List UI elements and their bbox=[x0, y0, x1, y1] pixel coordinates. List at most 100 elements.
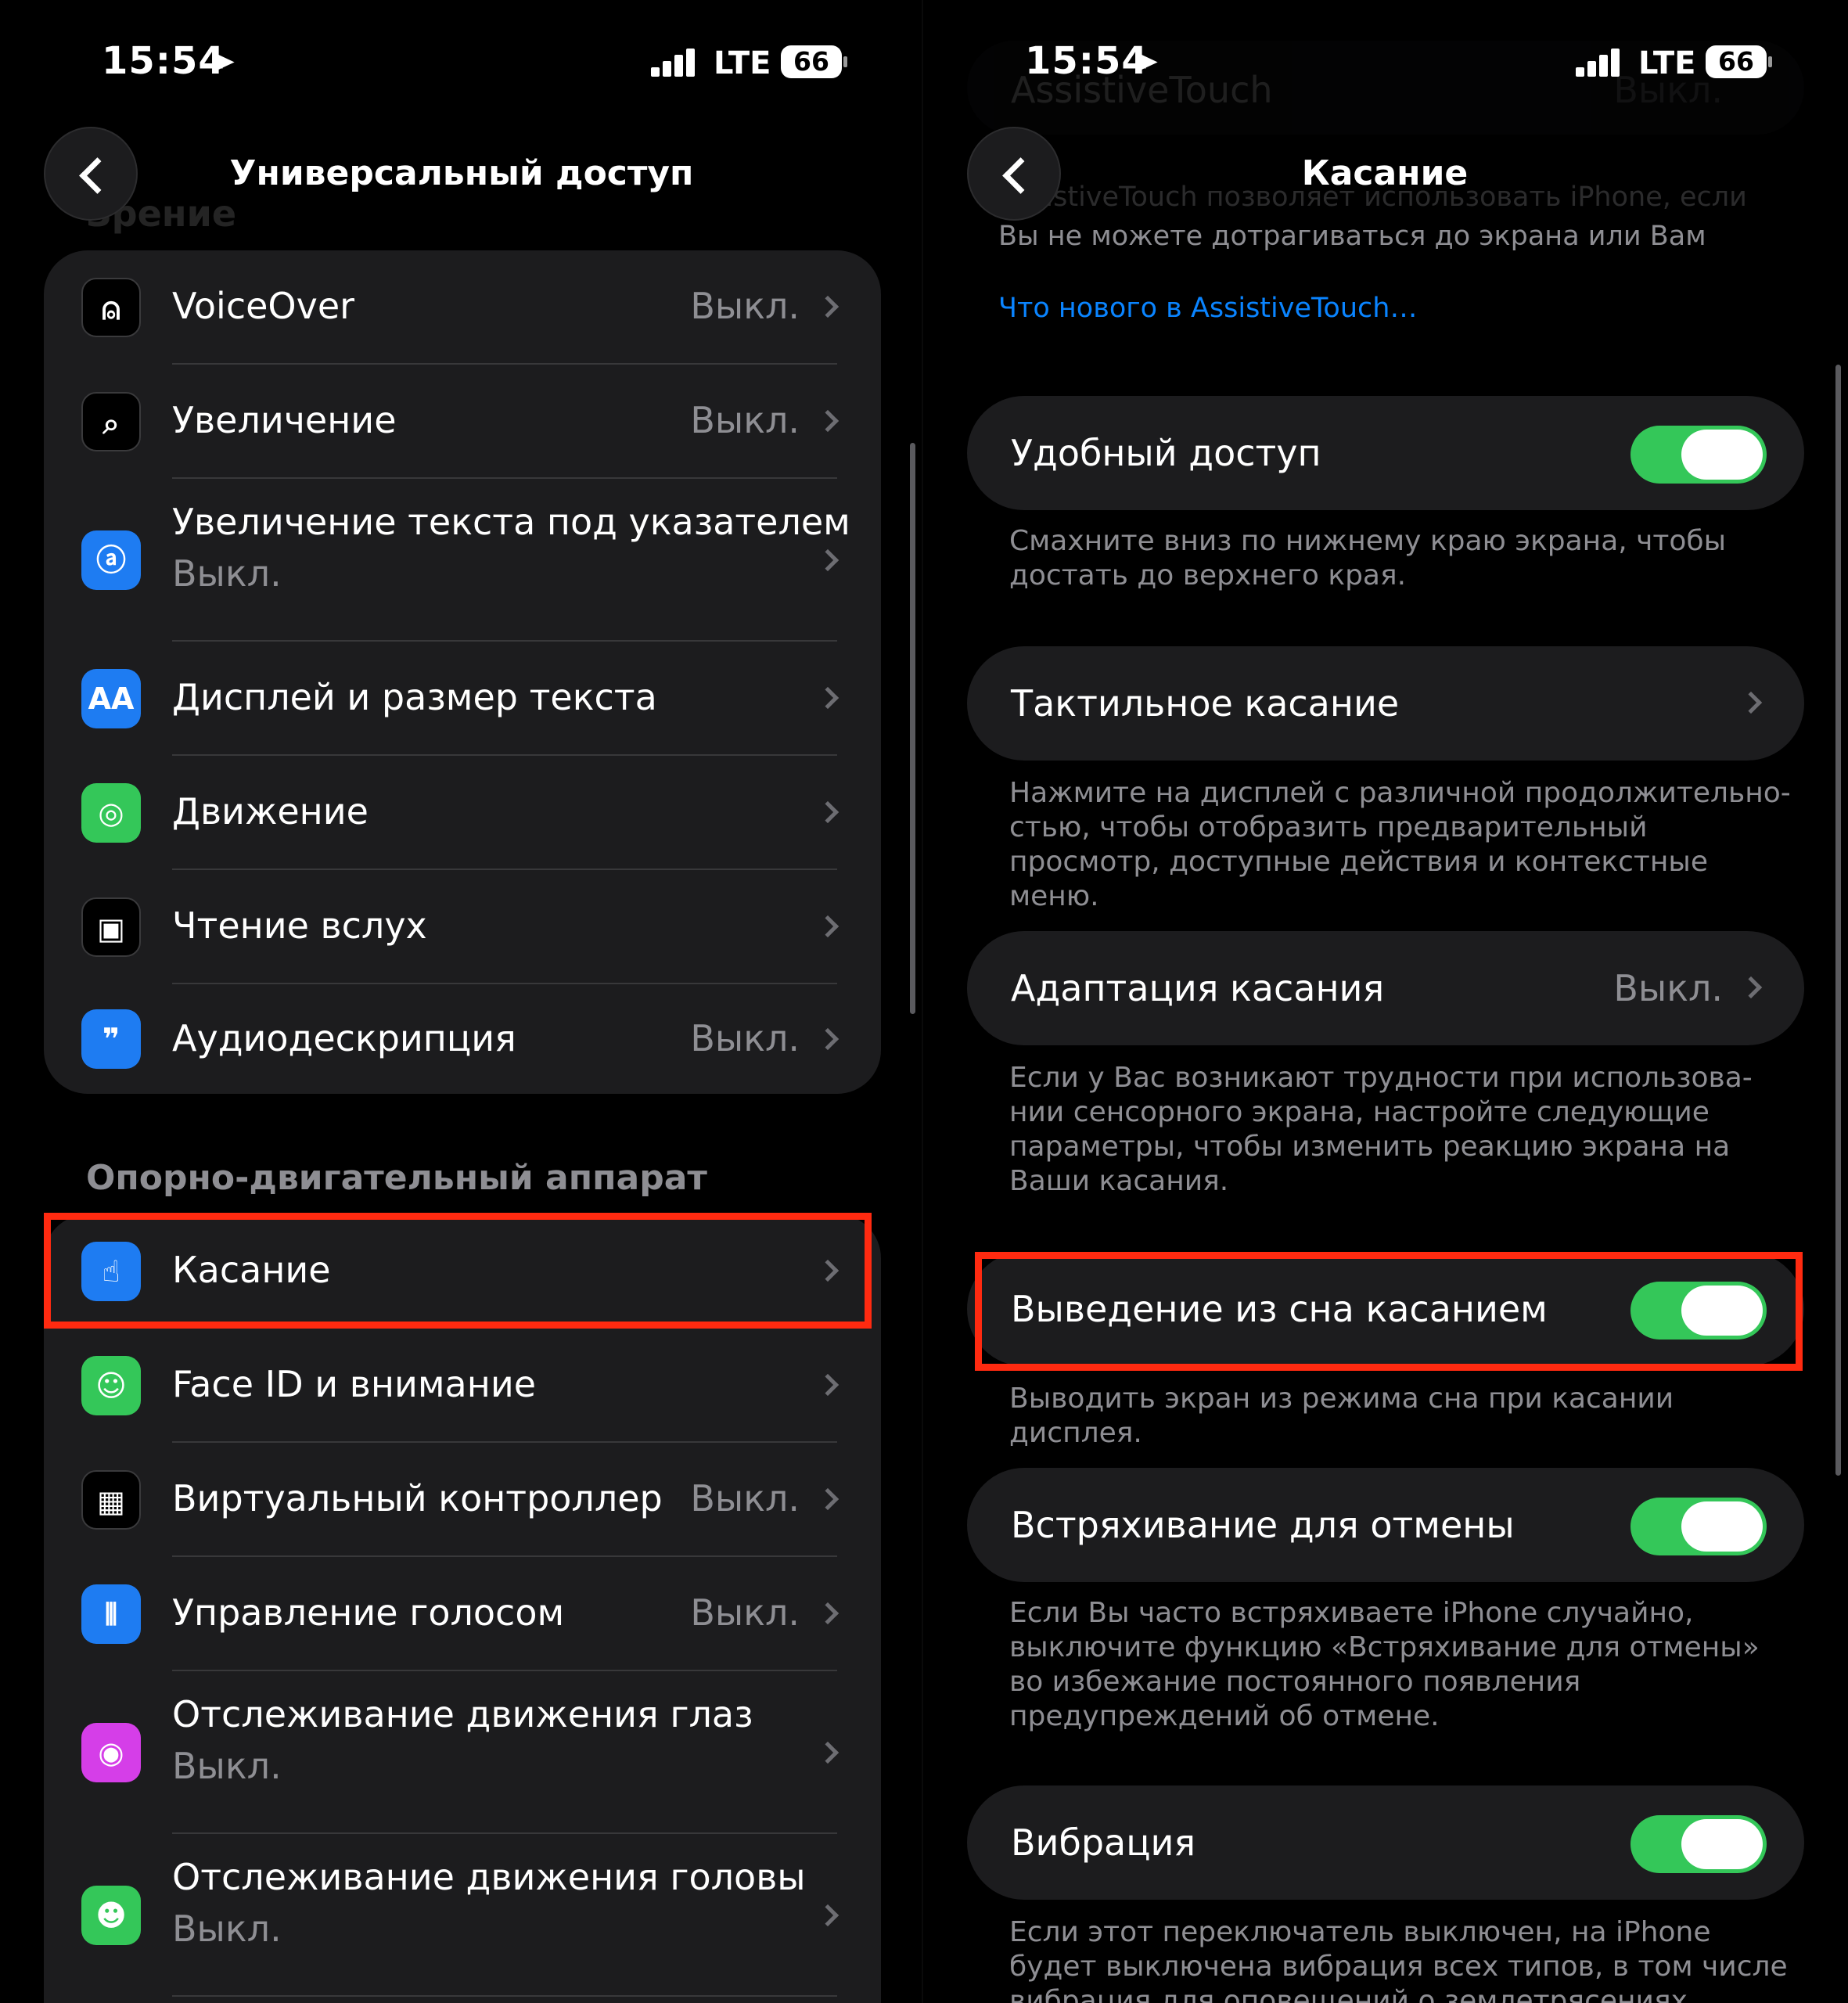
chevron-right-icon bbox=[816, 548, 840, 572]
text-size-icon: AA bbox=[81, 669, 141, 728]
row-spoken-content[interactable]: ▣ Чтение вслух bbox=[44, 870, 881, 984]
battery-icon: 66 bbox=[1706, 45, 1767, 78]
row-hover-text[interactable]: ⓐ Увеличение текста под указателем Выкл. bbox=[44, 479, 881, 642]
row-voice-control[interactable]: ⦀ Управление голосом Выкл. bbox=[44, 1557, 881, 1671]
location-arrow-icon: ➤ bbox=[1133, 44, 1159, 80]
section-header-physical: Опорно-двигательный аппарат bbox=[86, 1158, 707, 1198]
head-tracking-icon: ☻ bbox=[81, 1886, 141, 1945]
cell-footer: Выводить экран из режима сна при касании… bbox=[1009, 1383, 1674, 1449]
cell-footer: Если Вы часто встряхиваете iPhone случай… bbox=[1009, 1597, 1760, 1732]
row-value: Выкл. bbox=[172, 1908, 282, 1950]
scroll-indicator[interactable] bbox=[1835, 365, 1841, 1476]
cell-haptic-touch[interactable]: Тактильное касание bbox=[967, 646, 1804, 761]
row-value: Выкл. bbox=[690, 1477, 800, 1519]
status-time: 15:54 bbox=[102, 39, 225, 83]
physical-settings-group: ☝ Касание ☺ Face ID и внимание ▦ Виртуал… bbox=[44, 1214, 881, 2003]
whats-new-link[interactable]: Что нового в AssistiveTouch… bbox=[998, 293, 1417, 324]
row-zoom[interactable]: ⌕ Увеличение Выкл. bbox=[44, 365, 881, 479]
row-label: Face ID и внимание bbox=[172, 1363, 537, 1405]
face-id-icon: ☺ bbox=[81, 1356, 141, 1415]
highlight-touch-row bbox=[44, 1213, 872, 1329]
motion-icon: ◎ bbox=[81, 783, 141, 843]
zoom-icon: ⌕ bbox=[81, 392, 141, 451]
battery-tip bbox=[843, 56, 847, 67]
spoken-content-icon: ▣ bbox=[81, 897, 141, 957]
chevron-right-icon bbox=[816, 686, 840, 710]
network-type: LTE bbox=[1638, 45, 1696, 81]
location-arrow-icon: ➤ bbox=[210, 44, 236, 80]
scroll-indicator[interactable] bbox=[910, 443, 915, 1014]
chevron-right-icon bbox=[816, 800, 840, 824]
highlight-tap-to-wake bbox=[975, 1252, 1803, 1371]
chevron-right-icon bbox=[816, 915, 840, 938]
cell-footer: Если у Вас возникают трудности при испол… bbox=[1009, 1062, 1753, 1197]
row-label: Отслеживание движения головы bbox=[172, 1856, 806, 1898]
row-label: Отслеживание движения глаз bbox=[172, 1693, 753, 1735]
page-title: Универсальный доступ bbox=[229, 153, 694, 193]
row-label: Чтение вслух bbox=[172, 904, 427, 947]
row-label: Виртуальный контроллер bbox=[172, 1477, 663, 1519]
shake-to-undo-toggle[interactable] bbox=[1630, 1498, 1767, 1555]
row-switch-control[interactable]: ▦ Виртуальный контроллер Выкл. bbox=[44, 1443, 881, 1557]
row-voiceover[interactable]: ⍝ VoiceOver Выкл. bbox=[44, 250, 881, 365]
network-type: LTE bbox=[714, 45, 771, 81]
chevron-right-icon bbox=[816, 295, 840, 318]
hover-text-icon: ⓐ bbox=[81, 530, 141, 590]
cell-reachability[interactable]: Удобный доступ bbox=[967, 396, 1804, 510]
chevron-right-icon bbox=[1739, 691, 1763, 714]
status-time: 15:54 bbox=[1025, 39, 1149, 83]
row-value: Выкл. bbox=[172, 552, 282, 595]
chevron-right-icon bbox=[816, 1741, 840, 1764]
row-label: Аудиодескрипция bbox=[172, 1017, 516, 1059]
row-value: Выкл. bbox=[690, 1591, 800, 1634]
row-value: Выкл. bbox=[172, 1745, 282, 1787]
eye-tracking-icon: ◉ bbox=[81, 1723, 141, 1782]
row-face-id[interactable]: ☺ Face ID и внимание bbox=[44, 1329, 881, 1443]
switch-control-icon: ▦ bbox=[81, 1470, 141, 1530]
audio-description-icon: ❞ bbox=[81, 1009, 141, 1069]
reachability-toggle[interactable] bbox=[1630, 426, 1767, 484]
row-label: Увеличение текста под указателем bbox=[172, 501, 850, 543]
chevron-right-icon bbox=[816, 1373, 840, 1397]
row-label: Дисплей и размер текста bbox=[172, 676, 657, 718]
chevron-right-icon bbox=[816, 1027, 840, 1051]
vibration-toggle[interactable] bbox=[1630, 1815, 1767, 1873]
row-eye-tracking[interactable]: ◉ Отслеживание движения глаз Выкл. bbox=[44, 1671, 881, 1834]
row-head-tracking[interactable]: ☻ Отслеживание движения головы Выкл. bbox=[44, 1834, 881, 1997]
signal-bars-icon bbox=[651, 47, 698, 77]
intro-text-line2: Вы не можете дотрагиваться до экрана или… bbox=[998, 221, 1706, 252]
chevron-right-icon bbox=[1739, 976, 1763, 999]
row-label: Увеличение bbox=[172, 399, 397, 441]
row-value: Выкл. bbox=[690, 1017, 800, 1059]
row-label: VoiceOver bbox=[172, 285, 355, 327]
cell-label: Адаптация касания bbox=[1011, 967, 1385, 1009]
back-button[interactable] bbox=[967, 127, 1061, 221]
row-value: Выкл. bbox=[690, 285, 800, 327]
battery-tip bbox=[1768, 56, 1772, 67]
cell-vibration[interactable]: Вибрация bbox=[967, 1785, 1804, 1900]
cell-shake-to-undo[interactable]: Встряхивание для отмены bbox=[967, 1468, 1804, 1582]
voiceover-icon: ⍝ bbox=[81, 278, 141, 337]
cell-touch-accommodations[interactable]: Адаптация касания Выкл. bbox=[967, 931, 1804, 1045]
cell-footer: Смахните вниз по нижнему краю экрана, чт… bbox=[1009, 525, 1727, 592]
cell-label: Встряхивание для отмены bbox=[1011, 1504, 1515, 1546]
battery-icon: 66 bbox=[781, 45, 842, 78]
status-bar: 15:54 ➤ LTE 66 bbox=[0, 0, 922, 117]
page-title: Касание bbox=[1301, 153, 1469, 193]
chevron-right-icon bbox=[816, 1904, 840, 1927]
vision-settings-group: ⍝ VoiceOver Выкл. ⌕ Увеличение Выкл. ⓐ У… bbox=[44, 250, 881, 1094]
status-bar: 15:54 ➤ LTE 66 bbox=[923, 0, 1848, 117]
touch-screen: AssistiveTouch Выкл. 15:54 ➤ LTE 66 Assi… bbox=[923, 0, 1848, 2003]
chevron-right-icon bbox=[816, 1602, 840, 1625]
signal-bars-icon bbox=[1576, 47, 1623, 77]
cell-label: Тактильное касание bbox=[1011, 682, 1400, 725]
back-button[interactable] bbox=[44, 127, 138, 221]
cell-value: Выкл. bbox=[1613, 967, 1723, 1009]
cell-footer: Нажмите на дисплей с различной продолжит… bbox=[1009, 777, 1791, 912]
cell-label: Вибрация bbox=[1011, 1821, 1196, 1864]
row-audio-description[interactable]: ❞ Аудиодескрипция Выкл. bbox=[44, 984, 881, 1094]
row-display-text-size[interactable]: AA Дисплей и размер текста bbox=[44, 642, 881, 756]
row-motion[interactable]: ◎ Движение bbox=[44, 756, 881, 870]
cell-label: Удобный доступ bbox=[1011, 432, 1321, 474]
chevron-right-icon bbox=[816, 1487, 840, 1511]
